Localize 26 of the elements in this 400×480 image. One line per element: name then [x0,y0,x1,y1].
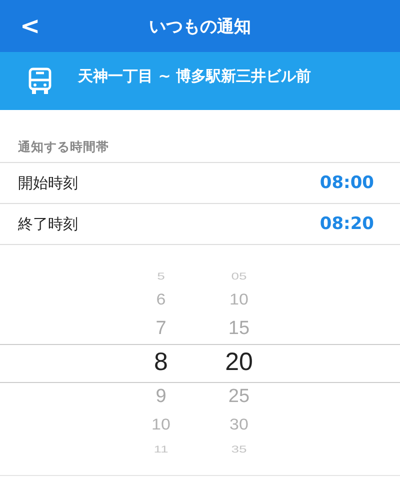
route-name: 天神一丁目 ~ 博多駅新三井ビル前 [78,66,312,86]
picker-option[interactable]: 10 [230,290,248,310]
picker-option[interactable]: 05 [231,270,247,282]
screen-title: いつもの通知 [149,16,251,38]
picker-option[interactable]: 5 [157,270,165,282]
picker-option[interactable]: 25 [228,386,250,408]
picker-option[interactable]: 15 [228,318,250,340]
time-row[interactable]: 終了時刻 08:20 [0,204,400,245]
picker-option[interactable]: 8 [154,348,168,377]
time-value: 08:00 [320,173,374,193]
bus-icon [28,67,52,95]
picker-option[interactable]: 35 [231,443,247,455]
picker-option[interactable]: 7 [156,318,166,340]
picker-option[interactable]: 30 [230,416,248,434]
picker-option[interactable]: 11 [154,443,168,455]
time-value: 08:20 [320,214,374,234]
section-label: 通知する時間帯 [18,138,109,156]
picker-option[interactable]: 9 [156,386,166,408]
picker-option[interactable]: 20 [225,348,253,377]
time-picker[interactable]: 5 6 7 8 9 10 11 05 10 15 20 25 30 35 [0,265,400,476]
row-label: 終了時刻 [18,214,78,234]
row-label: 開始時刻 [18,174,78,192]
back-button[interactable]: < [16,10,44,42]
picker-option[interactable]: 10 [152,416,170,434]
picker-option[interactable]: 6 [156,290,166,310]
time-row[interactable]: 開始時刻 08:00 [0,163,400,204]
